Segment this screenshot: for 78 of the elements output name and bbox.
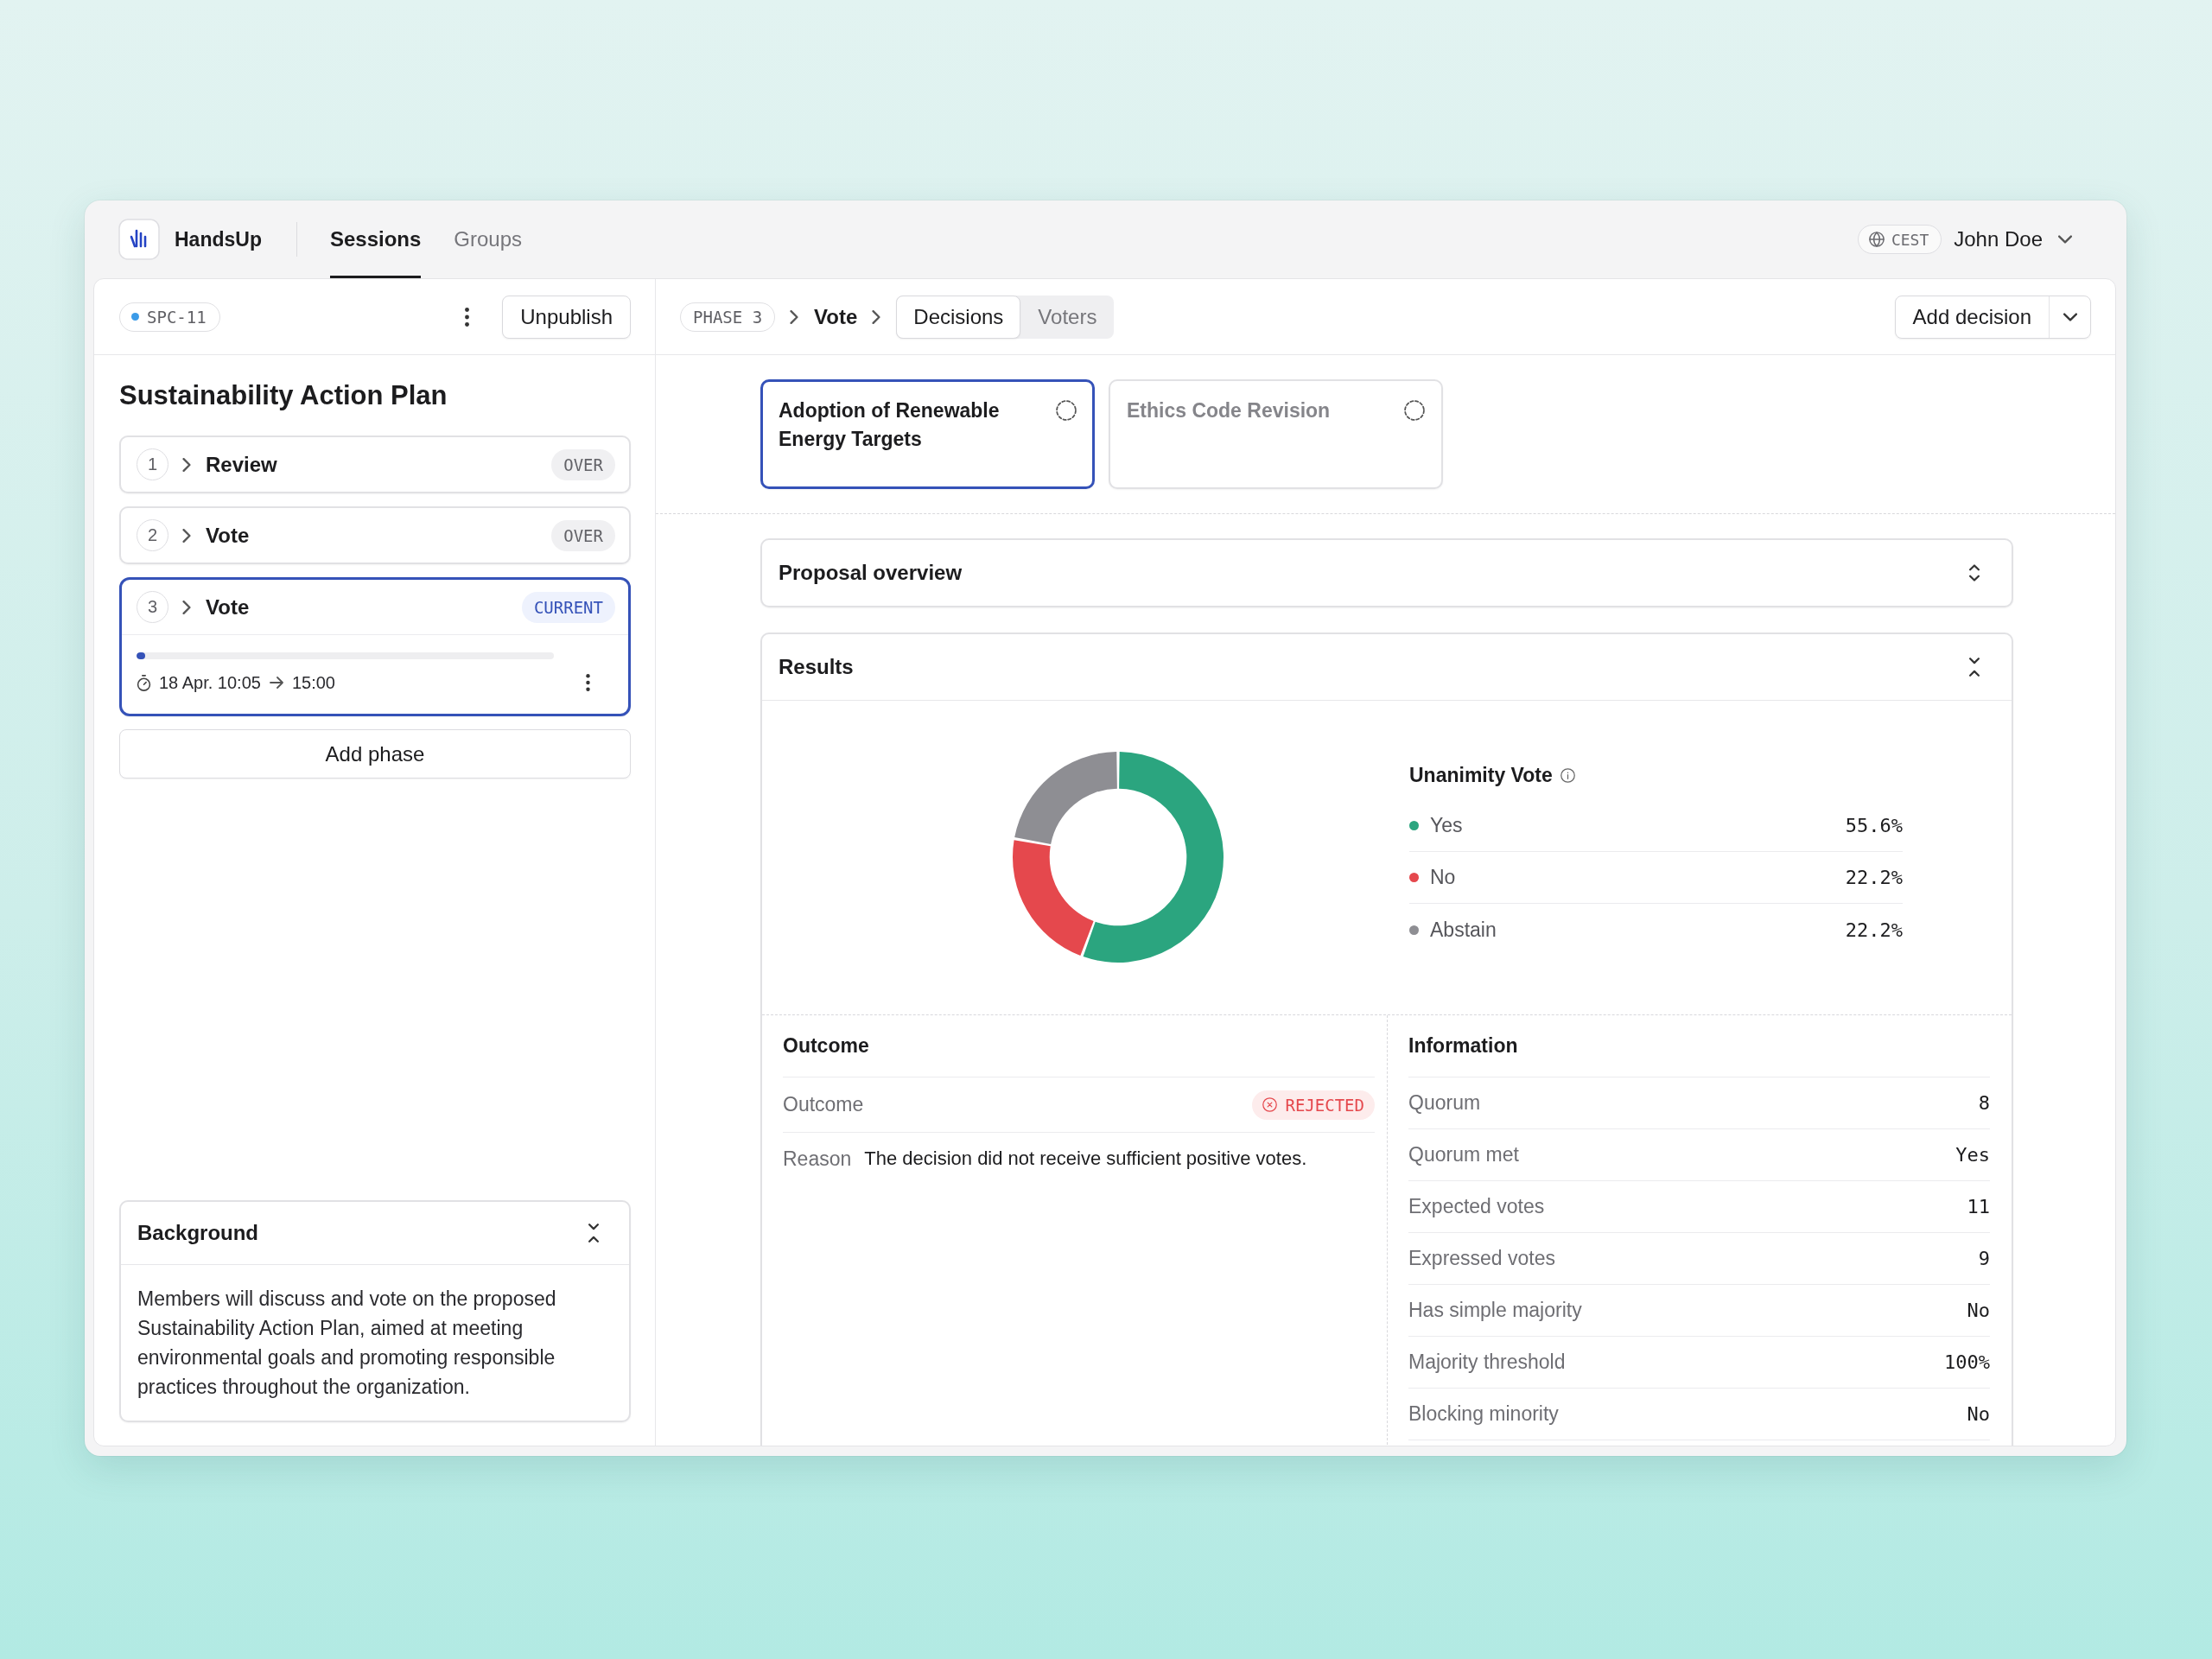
collapse-icon[interactable] [588, 1224, 600, 1243]
info-value: 11 [1967, 1196, 1990, 1217]
legend-label: No [1430, 866, 1456, 889]
decision-card[interactable]: Ethics Code Revision [1109, 379, 1443, 489]
status-badge: OVER [551, 519, 615, 551]
info-label: Quorum met [1408, 1143, 1519, 1166]
section-title: Results [779, 655, 854, 679]
chevron-right-icon [182, 600, 191, 614]
legend-label: Abstain [1430, 918, 1497, 942]
status-label: REJECTED [1285, 1095, 1364, 1115]
phase-card[interactable]: 1 Review OVER [119, 435, 631, 493]
nav-tab[interactable]: Groups [454, 200, 523, 278]
info-label: Majority threshold [1408, 1351, 1566, 1374]
session-title: Sustainability Action Plan [119, 379, 448, 412]
more-icon[interactable] [465, 307, 470, 327]
expand-icon[interactable] [1968, 563, 1980, 582]
breadcrumb-current: Vote [814, 304, 858, 329]
dashed-circle-icon [1056, 400, 1077, 421]
info-value: 100% [1944, 1351, 1990, 1373]
field-label: Outcome [783, 1093, 864, 1116]
field-label: Reason [783, 1147, 852, 1172]
info-value: No [1967, 1403, 1990, 1425]
session-code: SPC-11 [147, 307, 207, 327]
info-label: Expressed votes [1408, 1247, 1556, 1270]
view-tab[interactable]: Voters [1020, 295, 1115, 339]
start-time: 18 Apr. 10:05 [159, 672, 261, 693]
chevron-right-icon [790, 309, 799, 324]
timezone-button[interactable]: CEST [1857, 225, 1942, 254]
info-label: Has simple majority [1408, 1299, 1582, 1322]
chevron-right-icon [872, 309, 881, 324]
dashed-circle-icon [1404, 400, 1425, 421]
status-badge: OVER [551, 448, 615, 480]
legend-label: Yes [1430, 814, 1463, 837]
unpublish-button[interactable]: Unpublish [502, 295, 631, 339]
section-title: Background [137, 1221, 258, 1245]
arrow-right-icon [269, 677, 283, 689]
background-text: Members will discuss and vote on the proposed Sustainability Action Plan, aimed at meeting environmental goals and promoting responsible practices throughout the organization. [137, 1287, 557, 1400]
info-label: Blocking minority [1408, 1402, 1559, 1426]
chevron-right-icon [182, 528, 191, 543]
chevron-down-icon [2058, 235, 2072, 244]
phase-title: Review [206, 452, 277, 477]
info-value: 9 [1978, 1248, 1990, 1269]
reason-text: The decision did not receive sufficient positive votes. [864, 1147, 1307, 1171]
info-value: 8 [1978, 1092, 1990, 1114]
decision-title: Adoption of Renewable Energy Targets [779, 398, 1001, 452]
timer-icon [137, 674, 151, 691]
info-value: Yes [1955, 1144, 1990, 1166]
more-icon[interactable] [586, 674, 590, 691]
phase-title: Vote [206, 594, 250, 620]
chart-title: Unanimity Vote [1409, 763, 1553, 787]
info-label: Quorum [1408, 1091, 1481, 1115]
legend-value: 22.2% [1845, 867, 1903, 888]
view-tab[interactable]: Decisions [896, 295, 1021, 339]
end-time: 15:00 [291, 672, 335, 693]
add-decision-button[interactable]: Add decision [1895, 296, 2049, 338]
decision-card[interactable]: Adoption of Renewable Energy Targets [760, 379, 1095, 489]
chevron-down-icon[interactable] [2063, 312, 2077, 321]
info-value: No [1967, 1300, 1990, 1321]
phase-title: Vote [206, 523, 250, 548]
phase-card[interactable]: 2 Vote OVER [119, 506, 631, 564]
phase-card[interactable]: 3 Vote CURRENT 18 Apr. 10:05 15:00 [119, 577, 631, 716]
section-heading: Outcome [783, 1015, 1375, 1077]
globe-icon [1868, 232, 1885, 247]
info-label: Expected votes [1408, 1195, 1545, 1218]
logo-icon [118, 219, 160, 260]
status-badge: CURRENT [521, 591, 615, 623]
info-icon[interactable] [1560, 767, 1575, 783]
chevron-right-icon [182, 457, 191, 472]
legend-value: 55.6% [1845, 815, 1903, 836]
collapse-icon[interactable] [1968, 658, 1980, 677]
user-menu-button[interactable]: John Doe [1954, 227, 2072, 251]
brand-name: HandsUp [175, 227, 262, 251]
add-phase-button[interactable]: Add phase [119, 729, 631, 779]
legend-value: 22.2% [1845, 918, 1903, 941]
x-circle-icon [1262, 1097, 1278, 1112]
section-heading: Information [1408, 1015, 1990, 1077]
section-title: Proposal overview [779, 561, 963, 585]
decision-title: Ethics Code Revision [1127, 398, 1331, 423]
